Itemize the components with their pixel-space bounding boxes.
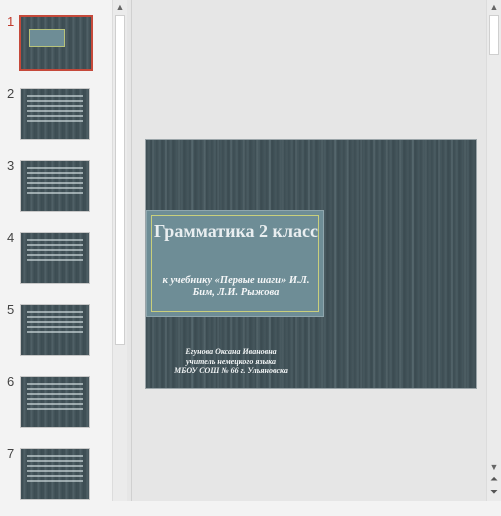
slide-title[interactable]: Грамматика 2 класс <box>152 222 320 241</box>
author-position: учитель немецкого языка <box>185 356 277 366</box>
slide-number: 2 <box>7 86 15 101</box>
author-text-box[interactable]: Егунова Оксана Ивановна учитель немецког… <box>146 347 316 376</box>
scrollbar-thumb[interactable] <box>489 15 499 55</box>
editor-scrollbar[interactable]: ▲ ▼ ⏶ ⏷ <box>486 0 501 501</box>
previous-slide-icon[interactable]: ⏶ <box>487 474 501 486</box>
title-frame: Грамматика 2 класс к учебнику «Первые ша… <box>151 215 319 312</box>
slide-preview <box>20 160 90 212</box>
scroll-up-arrow-icon[interactable]: ▲ <box>113 0 127 14</box>
thumbnail-slide-1[interactable]: 1 <box>0 14 112 84</box>
thumbnail-slide-3[interactable]: 3 <box>0 158 112 228</box>
slide-preview <box>20 88 90 140</box>
scrollbar-thumb[interactable] <box>115 15 125 345</box>
slide-thumbnail-pane: 1 2 3 4 5 6 7 <box>0 0 112 501</box>
slide-preview <box>20 376 90 428</box>
pane-divider[interactable] <box>131 0 132 501</box>
slide-preview <box>20 448 90 500</box>
thumbnail-slide-5[interactable]: 5 <box>0 302 112 372</box>
current-slide[interactable]: Грамматика 2 класс к учебнику «Первые ша… <box>146 140 476 388</box>
slide-subtitle[interactable]: к учебнику «Первые шаги» И.Л. Бим, Л.И. … <box>152 275 320 299</box>
scroll-up-arrow-icon[interactable]: ▲ <box>487 0 501 14</box>
author-school: МБОУ СОШ № 66 г. Ульяновска <box>174 366 288 375</box>
slide-number: 6 <box>7 374 15 389</box>
slide-preview <box>19 15 93 71</box>
slide-number: 1 <box>7 14 15 29</box>
thumbnail-scrollbar[interactable]: ▲ <box>112 0 127 501</box>
slide-preview <box>20 304 90 356</box>
author-name: Егунова Оксана Ивановна <box>185 347 277 356</box>
slide-preview <box>20 232 90 284</box>
scroll-down-arrow-icon[interactable]: ▼ <box>487 461 501 473</box>
slide-preview-title-box <box>29 29 65 47</box>
slide-number: 5 <box>7 302 15 317</box>
slide-number: 4 <box>7 230 15 245</box>
title-placeholder[interactable]: Грамматика 2 класс к учебнику «Первые ша… <box>146 210 324 317</box>
thumbnail-slide-4[interactable]: 4 <box>0 230 112 300</box>
slide-number: 7 <box>7 446 15 461</box>
thumbnail-slide-2[interactable]: 2 <box>0 86 112 156</box>
slide-number: 3 <box>7 158 15 173</box>
thumbnail-slide-6[interactable]: 6 <box>0 374 112 444</box>
thumbnail-slide-7[interactable]: 7 <box>0 446 112 516</box>
next-slide-icon[interactable]: ⏷ <box>487 487 501 499</box>
